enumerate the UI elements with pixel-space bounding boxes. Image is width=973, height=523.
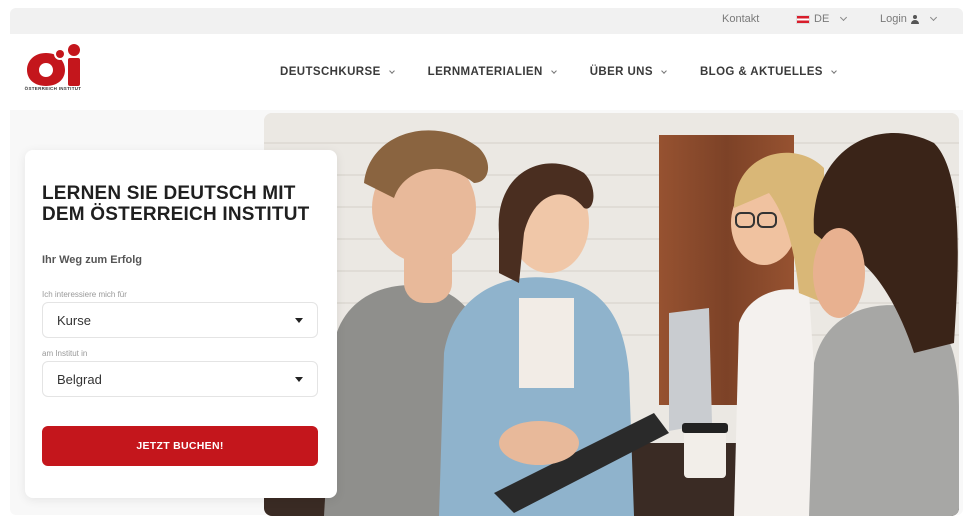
caret-down-icon (295, 376, 303, 382)
user-icon (910, 14, 919, 24)
location-select-value: Belgrad (57, 371, 102, 387)
nav-item-lernmaterialien[interactable]: LERNMATERIALIEN (427, 66, 557, 78)
nav-item-ueber-uns[interactable]: ÜBER UNS (589, 66, 667, 78)
nav-item-label: ÜBER UNS (589, 66, 653, 78)
nav-item-blog-aktuelles[interactable]: BLOG & AKTUELLES (699, 66, 837, 78)
utility-bar: Kontakt DE Login (10, 8, 963, 34)
nav-item-deutschkurse[interactable]: DEUTSCHKURSE (280, 66, 395, 78)
chevron-down-icon (929, 13, 937, 22)
contact-link[interactable]: Kontakt (722, 13, 759, 25)
nav-item-label: DEUTSCHKURSE (280, 66, 381, 78)
students-photo-illustration (264, 113, 959, 516)
language-code: DE (814, 13, 830, 25)
chevron-down-icon (388, 67, 395, 74)
location-field-label: am Institut in (42, 349, 88, 358)
book-now-button[interactable]: JETZT BUCHEN! (42, 426, 318, 466)
interest-select[interactable]: Kurse (42, 302, 318, 338)
caret-down-icon (295, 317, 303, 323)
form-subtitle: Ihr Weg zum Erfolg (42, 254, 143, 266)
nav-item-label: LERNMATERIALIEN (427, 66, 543, 78)
chevron-down-icon (831, 67, 837, 74)
login-label: Login (880, 13, 907, 25)
language-selector[interactable]: DE (796, 13, 848, 25)
chevron-down-icon (550, 67, 557, 74)
hero-photo (264, 113, 959, 516)
chevron-down-icon (661, 67, 667, 74)
interest-field-label: Ich interessiere mich für (42, 290, 127, 299)
site-header: ÖSTERREICH INSTITUT DEUTSCHKURSE LERNMAT… (10, 34, 963, 110)
location-select[interactable]: Belgrad (42, 361, 318, 397)
chevron-down-icon (840, 13, 848, 22)
contact-link-label: Kontakt (722, 13, 760, 25)
brand-logo[interactable] (24, 44, 84, 102)
oi-logo-icon (27, 44, 80, 86)
brand-logo-text: ÖSTERREICH INSTITUT (24, 86, 82, 91)
nav-item-label: BLOG & AKTUELLES (699, 66, 823, 78)
login-menu[interactable]: Login (880, 13, 937, 25)
interest-select-value: Kurse (57, 312, 91, 328)
course-booking-form: LERNEN SIE DEUTSCH MIT DEM ÖSTERREICH IN… (25, 150, 337, 498)
main-navigation: DEUTSCHKURSE LERNMATERIALIEN ÜBER UNS BL… (280, 66, 837, 78)
form-heading: LERNEN SIE DEUTSCH MIT DEM ÖSTERREICH IN… (42, 183, 310, 225)
austria-flag-icon (796, 14, 810, 24)
